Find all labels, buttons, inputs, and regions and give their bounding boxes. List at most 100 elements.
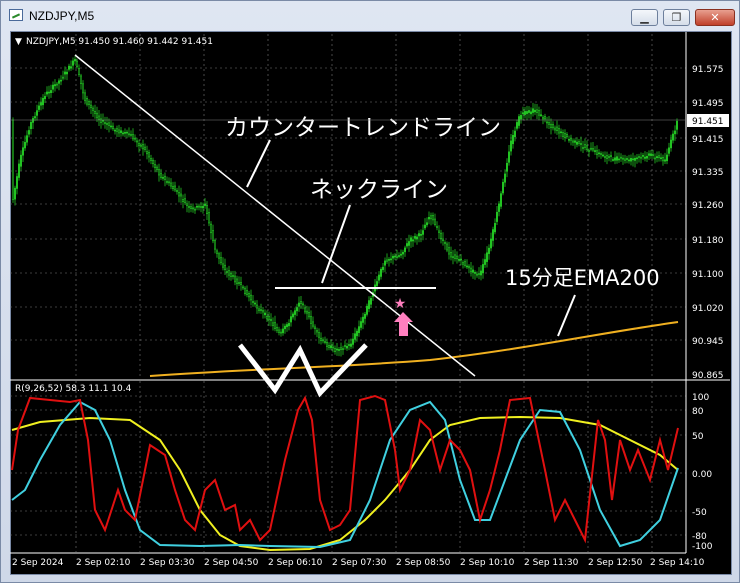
candle-body [529,111,532,115]
candle-body [581,147,584,149]
candle-body [41,97,44,106]
candle-body [134,137,137,140]
time-axis: 2 Sep 2024 2 Sep 02:10 2 Sep 03:30 2 Sep… [12,558,705,568]
candle-body [459,258,462,261]
candle-body [76,60,79,67]
candle-body [23,141,26,149]
candle-body [305,310,308,314]
candle-body [172,186,175,189]
candle-body [359,321,362,328]
price-tick-label: 91.020 [692,304,724,314]
candle-body [136,140,139,143]
candle-body [363,313,366,319]
candle-body [150,158,153,161]
candle-body [212,230,215,242]
candle-body [563,133,566,139]
candle-body [37,105,40,110]
double-bottom-w [238,343,368,398]
candle-body [553,127,556,131]
candle-body [469,267,472,273]
candle-body [565,133,568,137]
candle-body [499,193,502,207]
candle-body [59,79,62,82]
candle-body [90,104,93,108]
candle-body [293,310,296,315]
candle-body [325,341,328,347]
candle-body [355,330,358,337]
candle-body [168,181,171,184]
candle-body [525,111,528,114]
candle-body [597,152,600,155]
candle-body [531,108,534,113]
candle-body [39,102,42,106]
candle-body [665,154,668,162]
candle-body [80,75,83,84]
candle-body [353,333,356,340]
candle-body [617,158,620,161]
candle-body [238,282,241,284]
candle-body [515,122,518,129]
candle-body [441,238,444,242]
counter-trendline-label: カウンタートレンドライン [225,115,501,141]
candle-body [49,90,52,94]
candle-body [337,349,340,351]
level-label: -50 [692,508,707,518]
candle-body [415,236,418,240]
candle-body [435,226,438,228]
candle-body [98,115,101,120]
candle-body [541,116,544,120]
candle-body [130,133,133,136]
candle-body [595,150,598,155]
candle-body [375,281,378,286]
candle-body [287,323,290,327]
price-axis: 91.575 91.495 91.415 91.335 91.260 91.18… [692,65,724,381]
candle-body [413,236,416,239]
candle-body [104,122,107,124]
candle-body [425,222,428,226]
candle-body [523,111,526,115]
entry-star-icon: ★ [394,296,407,312]
candle-body [182,199,185,202]
candle-body [509,140,512,152]
candle-body [43,96,46,100]
candle-body [100,118,103,123]
candle-body [323,341,326,343]
candle-body [224,264,227,270]
candle-body [162,177,165,179]
candle-body [14,187,17,200]
candle-body [533,109,536,113]
candle-body [82,83,85,94]
price-tick-label: 91.180 [692,236,724,246]
candle-body [317,332,320,338]
ema-label: 15分足EMA200 [505,266,660,290]
candle-body [240,282,243,285]
candle-body [481,264,484,274]
time-tick-label: 2 Sep 07:30 [332,558,387,568]
candle-body [339,347,342,351]
candle-body [116,128,119,132]
candle-body [627,159,630,162]
candle-body [236,278,239,285]
candle-body [583,144,586,148]
candle-body [261,310,264,313]
candle-body [645,156,648,159]
candle-body [447,247,450,255]
candle-body [649,153,652,156]
candle-body [230,273,233,277]
candle-body [487,247,490,254]
candle-body [53,84,56,87]
candle-body [629,157,632,162]
candle-body [389,258,392,261]
symbol-dropdown-icon[interactable]: ▼ [15,37,22,47]
candle-body [603,156,606,158]
candle-body [555,126,558,131]
candle-body [92,107,95,111]
candle-body [321,339,324,342]
chart-canvas[interactable]: ★ カウンタートレンドライン ネックライン 15分足EMA200 ▼ NZDJP… [0,0,740,583]
candle-body [311,321,314,327]
candle-body [561,132,564,137]
candle-body [176,190,179,192]
candle-body [669,139,672,149]
candle-body [281,328,284,334]
candle-body [429,215,432,220]
